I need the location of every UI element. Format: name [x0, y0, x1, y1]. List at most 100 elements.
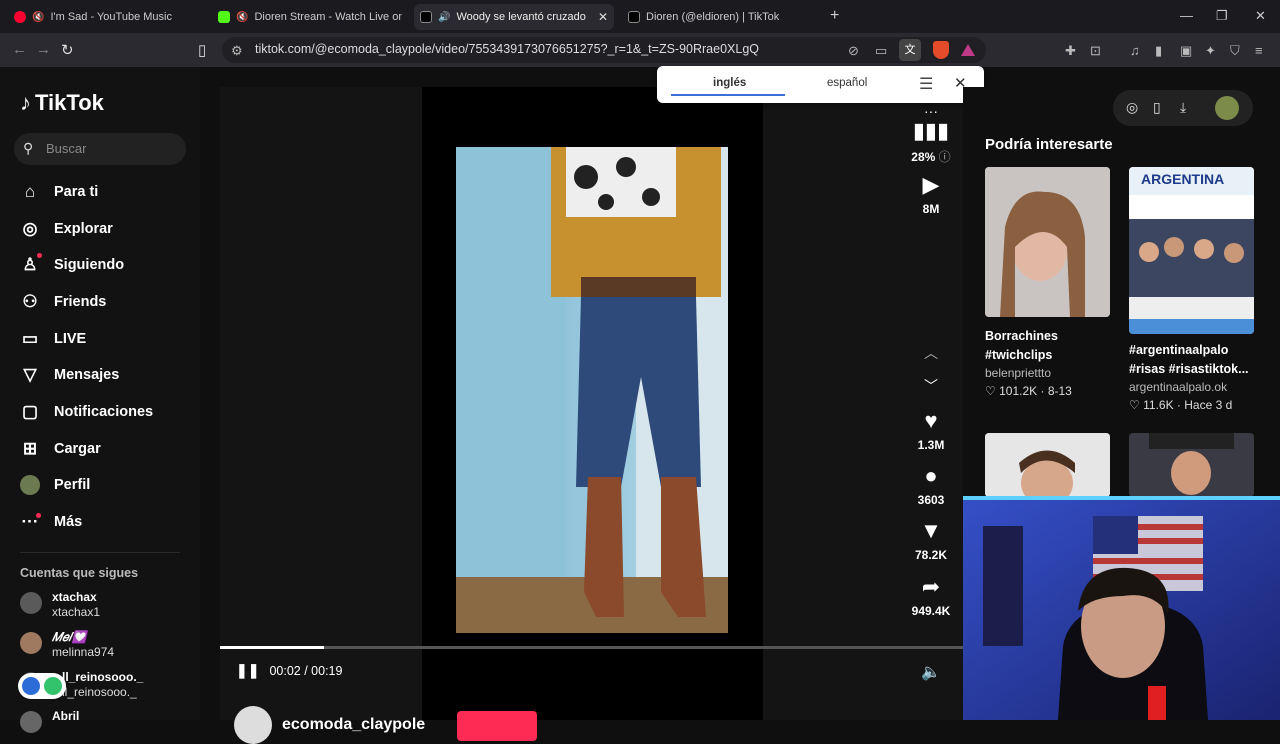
account-name: xtachax [52, 590, 97, 604]
avatar [20, 592, 42, 614]
tab-tiktok-profile[interactable]: Dioren (@eldioren) | TikTok [622, 4, 818, 30]
ai-icon[interactable]: ✦ [1205, 43, 1216, 59]
translate-popup: inglés español ☰ ✕ [657, 66, 984, 103]
audio-stat[interactable]: ▮▮▮ 28% ⓘ [906, 118, 956, 165]
account-name: 𝑀𝑒𝑙💟 [52, 630, 87, 644]
sidebar-item-explorar[interactable]: ◎ Explorar [20, 215, 113, 243]
minimize-icon[interactable]: — [1180, 8, 1193, 23]
sidebar-item-cargar[interactable]: ⊞ Cargar [20, 435, 101, 463]
tab-title: Dioren (@eldioren) | TikTok [646, 11, 780, 23]
compass-icon: ◎ [22, 219, 38, 238]
current-time: 00:02 [269, 663, 301, 678]
cast-off-icon[interactable]: ⊘ [848, 43, 859, 59]
translate-target-tab[interactable]: español [827, 77, 867, 89]
sidebar-item-mas[interactable]: ··· Más [20, 508, 83, 536]
account-name: Abril [52, 709, 80, 723]
site-settings-icon[interactable]: ⚙ [231, 43, 243, 59]
volume-icon[interactable]: 🔈 [921, 662, 941, 682]
sidebar-toggle-icon[interactable]: ▮ [1155, 43, 1162, 59]
recommendation-card[interactable] [1129, 433, 1254, 497]
menu-icon[interactable]: ≡ [1255, 43, 1263, 58]
sidebar-item-live[interactable]: ▭ LIVE [20, 325, 86, 353]
duration: 00:19 [311, 663, 343, 678]
recommendations-title: Podría interesarte [985, 136, 1113, 153]
user-follow-icon: ♙ [22, 255, 38, 274]
notification-dot [37, 253, 42, 258]
share-icon: ➦ [921, 574, 941, 599]
likes-count: 1.3M [917, 438, 945, 452]
video-progress-bar[interactable] [220, 646, 963, 649]
vpn-icon[interactable]: ⛉ [1230, 43, 1240, 59]
sidebar-item-mensajes[interactable]: ▽ Mensajes [20, 361, 119, 389]
sidebar-item-perfil[interactable]: Perfil [20, 471, 90, 499]
tab-tiktok-video[interactable]: 🔊 Woody se levantó cruzado: ¡C ✕ [414, 4, 614, 30]
avatar [20, 475, 40, 495]
power-icon [44, 677, 62, 695]
tiktok-logo[interactable]: ♪ TikTok [20, 90, 104, 116]
divider [20, 552, 180, 553]
thumbnail-image [1129, 167, 1254, 334]
close-tab-icon[interactable]: ✕ [598, 10, 608, 24]
chevron-up-icon[interactable]: ︿ [924, 343, 938, 363]
tiktok-icon [628, 11, 640, 23]
author-row[interactable]: ecomoda_claypole [234, 706, 425, 744]
tab-kick[interactable]: 🔇 Dioren Stream - Watch Live on Ki [212, 4, 402, 30]
card-date: Hace 3 d [1184, 398, 1233, 412]
sidebar-item-para-ti[interactable]: ⌂ Para ti [20, 178, 98, 206]
wallet-icon[interactable]: ▣ [1180, 43, 1192, 59]
heart-outline-icon: ♡ [985, 384, 996, 398]
sidebar-item-notificaciones[interactable]: ▢ Notificaciones [20, 398, 153, 426]
url-text[interactable]: tiktok.com/@ecomoda_claypole/video/75534… [255, 42, 759, 56]
comment-icon: ● [924, 463, 938, 488]
download-icon[interactable]: ⤓ [1180, 99, 1186, 116]
device-icon[interactable]: ▯ [1153, 99, 1161, 116]
search-input[interactable]: ⚲ Buscar [14, 133, 186, 165]
brave-rewards-icon[interactable] [961, 44, 975, 56]
search-icon: ⚲ [23, 140, 34, 156]
window-close-icon[interactable]: ✕ [1255, 8, 1266, 24]
shares-count: 949.4K [911, 604, 951, 618]
save-button[interactable]: ▼ 78.2K [906, 518, 956, 562]
recommendation-card[interactable]: Borrachines #twichclips belenpriettto ♡ … [985, 167, 1110, 398]
brave-shield-icon[interactable] [933, 41, 949, 59]
back-icon[interactable]: ← [12, 41, 27, 58]
screenshot-icon[interactable]: ⊡ [1090, 43, 1101, 59]
thumbnail-banner-text: ARGENTINA [1141, 171, 1225, 187]
video-content[interactable] [456, 147, 728, 633]
like-button[interactable]: ♥ 1.3M [906, 408, 956, 452]
bookmark-icon: ▼ [920, 518, 942, 543]
extensions-icon[interactable]: ✚ [1065, 43, 1076, 59]
browser-tab-bar: 🔇 I'm Sad - YouTube Music 🔇 Dioren Strea… [0, 0, 1280, 33]
media-icon[interactable]: ♫ [1130, 43, 1140, 58]
upload-icon: ⊞ [22, 439, 38, 458]
sidebar-item-friends[interactable]: ⚇ Friends [20, 288, 106, 316]
sidebar-item-siguiendo[interactable]: ♙ Siguiendo [20, 251, 124, 279]
pause-icon[interactable]: ❚❚ [236, 662, 259, 679]
compass-icon[interactable]: ◎ [1126, 99, 1138, 116]
friends-icon: ⚇ [22, 292, 38, 311]
avatar[interactable] [1215, 96, 1239, 120]
following-account[interactable]: 𝑀𝑒𝑙💟 melinna974 [20, 630, 114, 660]
translate-source-tab[interactable]: inglés [713, 77, 746, 89]
follow-button[interactable] [457, 711, 537, 741]
camera-overlay-badge [18, 673, 66, 699]
devices-icon[interactable]: ▭ [875, 43, 887, 59]
forward-icon[interactable]: → [36, 41, 51, 58]
comment-button[interactable]: ● 3603 [906, 463, 956, 507]
notifications-icon: ▢ [21, 402, 39, 421]
reload-icon[interactable]: ↻ [61, 41, 74, 59]
bookmark-icon[interactable]: ▯ [198, 41, 206, 59]
account-user: melinna974 [52, 645, 115, 659]
more-icon[interactable]: ··· [924, 103, 938, 119]
recommendation-card[interactable] [985, 433, 1110, 497]
tab-youtube-music[interactable]: 🔇 I'm Sad - YouTube Music [8, 4, 204, 30]
new-tab-button[interactable]: + [830, 7, 839, 25]
share-button[interactable]: ➦ 949.4K [906, 574, 956, 618]
following-account[interactable]: xtachax xtachax1 [20, 590, 100, 620]
translate-icon[interactable]: 文 [899, 39, 921, 61]
chevron-down-icon[interactable]: ﹀ [924, 376, 938, 396]
following-account[interactable]: Abril [20, 709, 79, 733]
recommendation-card[interactable]: ARGENTINA #argentinaalpalo #risas #risas… [1129, 167, 1254, 412]
translate-menu-icon[interactable]: ☰ [919, 74, 933, 94]
maximize-icon[interactable]: ❐ [1216, 8, 1228, 24]
